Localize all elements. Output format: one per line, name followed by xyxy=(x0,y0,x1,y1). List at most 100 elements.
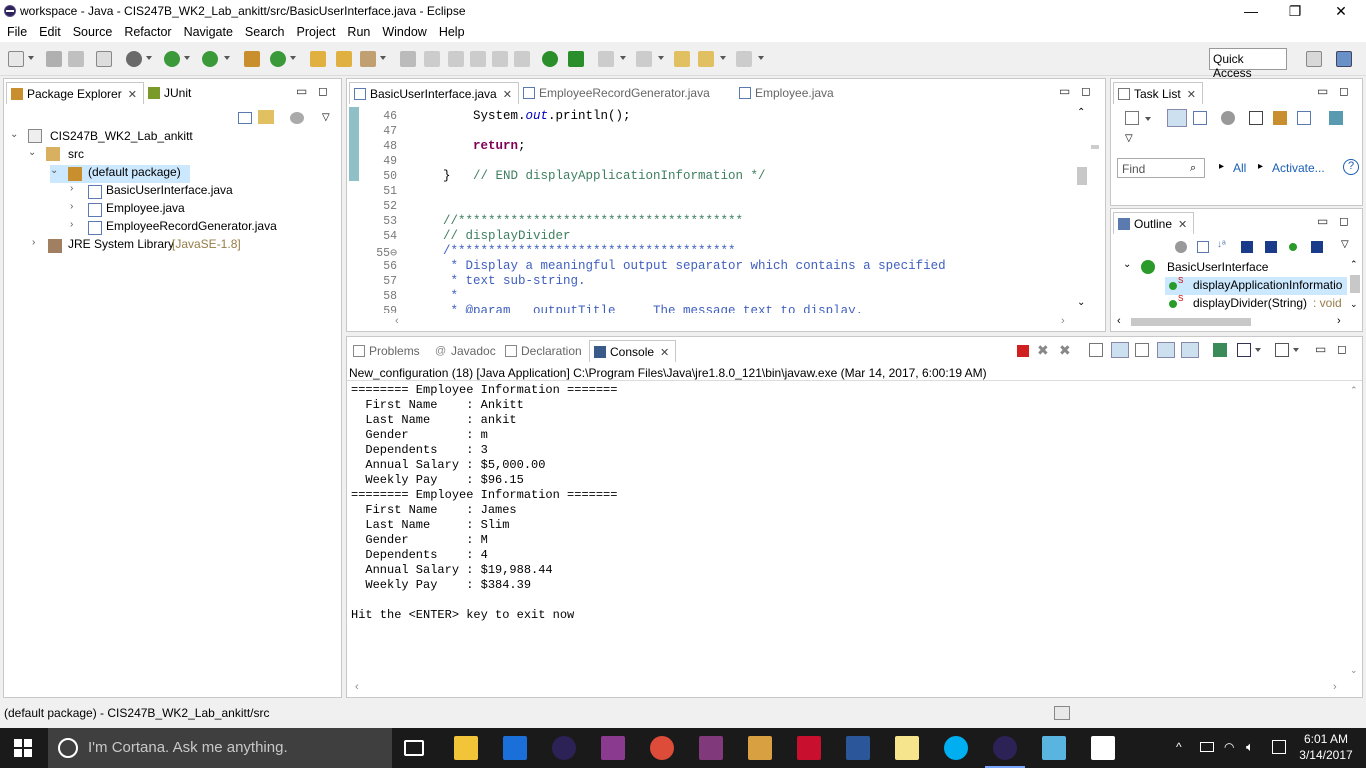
tab-basic-user-interface[interactable]: BasicUserInterface.java ✕ xyxy=(349,82,519,104)
code-line[interactable]: /************************************** xyxy=(413,244,736,258)
scroll-lock-icon[interactable] xyxy=(1111,342,1129,358)
save-icon[interactable] xyxy=(46,51,62,67)
menu-window[interactable]: Window xyxy=(375,22,431,39)
action-center-icon[interactable] xyxy=(1272,740,1286,754)
maximize-panel-icon[interactable]: ◻ xyxy=(318,84,328,98)
external-tools-icon[interactable] xyxy=(202,51,218,67)
save-all-icon[interactable] xyxy=(68,51,84,67)
hide-completed-icon[interactable] xyxy=(1249,111,1263,125)
new-task-icon[interactable] xyxy=(1125,111,1139,125)
forward-dropdown-icon[interactable] xyxy=(758,56,764,60)
winrar-icon[interactable] xyxy=(601,736,625,760)
menu-navigate[interactable]: Navigate xyxy=(177,22,238,39)
scroll-thumb[interactable] xyxy=(1350,275,1360,293)
scroll-down-icon[interactable]: ⌄ xyxy=(1077,297,1085,308)
previous-annotation-dropdown-icon[interactable] xyxy=(658,56,664,60)
collapsed-chevron-icon[interactable]: › xyxy=(70,219,80,230)
scroll-left-icon[interactable]: ‹ xyxy=(395,315,399,327)
new-class-dropdown-icon[interactable] xyxy=(290,56,296,60)
scroll-left-icon[interactable]: ‹ xyxy=(1117,315,1121,327)
all-link[interactable]: All xyxy=(1233,161,1246,175)
pin-console-icon[interactable] xyxy=(1213,343,1227,357)
code-line[interactable]: System.out.println(); xyxy=(413,109,631,123)
expand-chevron-icon[interactable]: ⌄ xyxy=(28,147,38,158)
scroll-thumb[interactable] xyxy=(1077,167,1087,185)
menu-refactor[interactable]: Refactor xyxy=(117,22,176,39)
breakpoint-icon[interactable] xyxy=(542,51,558,67)
outline-vertical-scrollbar[interactable]: ⌃ ⌄ xyxy=(1349,259,1361,313)
expand-chevron-icon[interactable]: ⌄ xyxy=(10,129,20,140)
open-console-icon[interactable] xyxy=(1275,343,1289,357)
next-annotation-dropdown-icon[interactable] xyxy=(620,56,626,60)
progress-view-icon[interactable] xyxy=(1054,706,1070,720)
show-stdout-icon[interactable] xyxy=(1157,342,1175,358)
word-icon[interactable] xyxy=(846,736,870,760)
view-menu-icon[interactable]: ▽ xyxy=(322,112,330,123)
code-line[interactable]: * xyxy=(413,289,459,303)
collapse-all-icon[interactable] xyxy=(1297,111,1311,125)
show-stderr-icon[interactable] xyxy=(1181,342,1199,358)
outline-class-name[interactable]: BasicUserInterface xyxy=(1167,260,1268,274)
scroll-right-icon[interactable]: › xyxy=(1333,681,1337,693)
show-hidden-icons-icon[interactable]: ^ xyxy=(1176,740,1182,754)
hide-non-public-icon[interactable] xyxy=(1289,243,1297,251)
previous-annotation-icon[interactable] xyxy=(636,51,652,67)
back-icon[interactable] xyxy=(698,51,714,67)
outline-item-selected[interactable]: S displayApplicationInformatio xyxy=(1165,277,1347,295)
collapse-all-icon[interactable] xyxy=(238,112,252,124)
scroll-down-icon[interactable]: ⌄ xyxy=(1350,665,1358,676)
paragraph-icon[interactable] xyxy=(514,51,530,67)
menu-help[interactable]: Help xyxy=(432,22,470,39)
system-clock[interactable]: 6:01 AM 3/14/2017 xyxy=(1296,731,1356,763)
view-menu-icon[interactable]: ▽ xyxy=(1125,133,1133,144)
terminate-icon[interactable] xyxy=(1017,345,1029,357)
file-explorer-icon[interactable] xyxy=(454,736,478,760)
code-line[interactable]: * text sub-string. xyxy=(413,274,586,288)
new-icon[interactable] xyxy=(8,51,24,67)
minimize-panel-icon[interactable]: ▭ xyxy=(296,84,307,98)
expand-chevron-icon[interactable]: ⌄ xyxy=(50,165,60,176)
toggle-mark-icon[interactable] xyxy=(400,51,416,67)
open-perspective-icon[interactable] xyxy=(1306,51,1322,67)
debug-icon[interactable] xyxy=(126,51,142,67)
hide-fields-icon[interactable] xyxy=(1241,241,1253,253)
maximize-panel-icon[interactable]: ◻ xyxy=(1337,342,1347,356)
console-vertical-scrollbar[interactable]: ⌃ ⌄ xyxy=(1349,385,1361,677)
battery-icon[interactable] xyxy=(1200,742,1214,752)
console-output[interactable]: ======== Employee Information ======= Fi… xyxy=(347,383,1337,673)
remove-all-terminated-icon[interactable]: ✖ xyxy=(1059,342,1071,359)
new-dropdown-icon[interactable] xyxy=(28,56,34,60)
scheduled-icon[interactable] xyxy=(1193,111,1207,125)
menu-run[interactable]: Run xyxy=(340,22,375,39)
code-line[interactable]: //************************************** xyxy=(413,214,743,228)
debug-dropdown-icon[interactable] xyxy=(146,56,152,60)
onenote-icon[interactable] xyxy=(699,736,723,760)
run-dropdown-icon[interactable] xyxy=(184,56,190,60)
minimize-panel-icon[interactable]: ▭ xyxy=(1317,214,1328,228)
close-tab-icon[interactable]: ✕ xyxy=(503,89,512,101)
menu-edit[interactable]: Edit xyxy=(32,22,66,39)
tab-package-explorer[interactable]: Package Explorer ✕ xyxy=(6,82,144,104)
scroll-left-icon[interactable]: ‹ xyxy=(355,681,359,693)
close-tab-icon[interactable]: ✕ xyxy=(660,347,669,359)
console-horizontal-scrollbar[interactable]: ‹ › xyxy=(347,681,1347,695)
eclipse-active-icon[interactable] xyxy=(993,736,1017,760)
scroll-thumb[interactable] xyxy=(1131,318,1251,326)
search-tool-icon[interactable] xyxy=(360,51,376,67)
close-tab-icon[interactable]: ✕ xyxy=(1187,89,1196,101)
scroll-right-icon[interactable]: › xyxy=(1337,315,1341,327)
remove-launch-icon[interactable]: ✖ xyxy=(1037,342,1049,359)
block-select-icon[interactable] xyxy=(470,51,486,67)
acrobat-icon[interactable] xyxy=(797,736,821,760)
display-console-dropdown-icon[interactable] xyxy=(1255,348,1261,352)
categorized-icon[interactable] xyxy=(1167,109,1187,127)
wifi-icon[interactable]: ◠ xyxy=(1224,740,1234,754)
volume-icon[interactable]: 🔈︎ xyxy=(1246,739,1254,755)
java-perspective-icon[interactable] xyxy=(1336,51,1352,67)
view-menu-filter-icon[interactable] xyxy=(290,112,304,124)
filter-icon[interactable] xyxy=(1175,241,1187,253)
sticky-notes-icon[interactable] xyxy=(895,736,919,760)
expand-chevron-icon[interactable]: ⌄ xyxy=(1123,259,1131,270)
filter-icon[interactable] xyxy=(1221,111,1235,125)
code-line[interactable]: * Display a meaningful output separator … xyxy=(413,259,946,273)
